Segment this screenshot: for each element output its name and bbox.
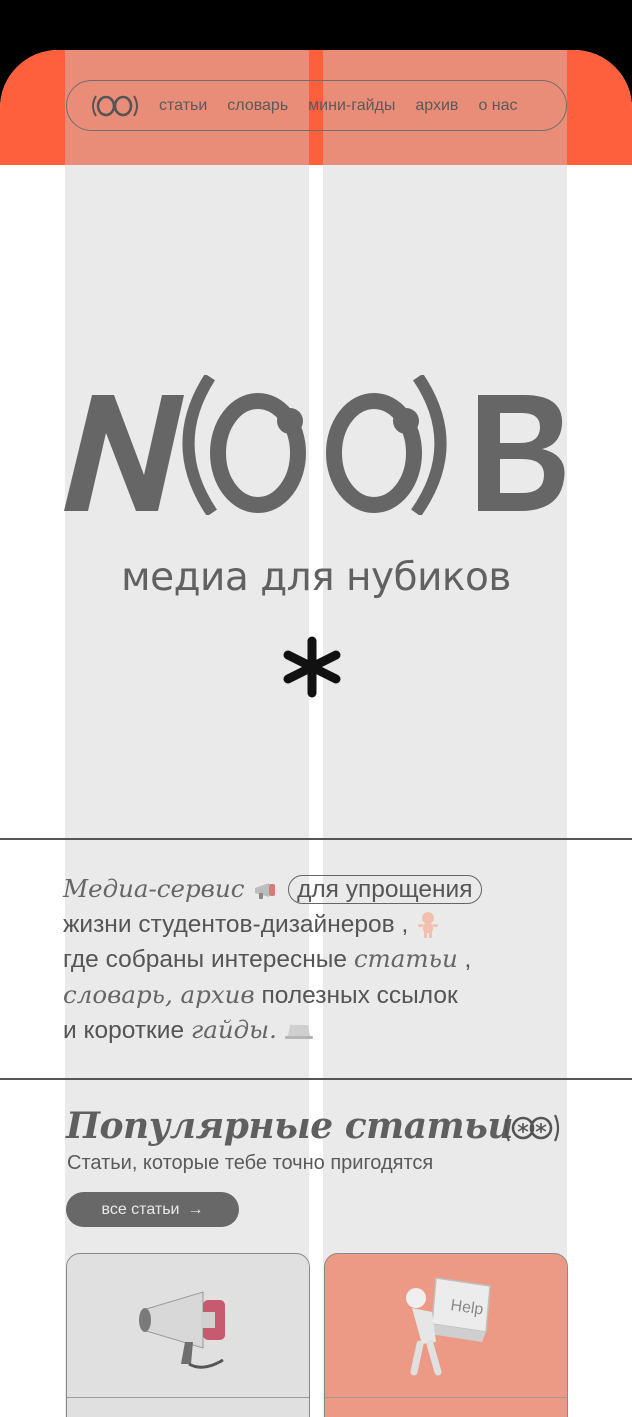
intro-word-guides: гайды. (190, 1015, 277, 1044)
all-articles-label: все статьи (101, 1200, 180, 1218)
nav-link-mini-guides[interactable]: мини-гайды (308, 97, 395, 115)
section-divider (0, 1078, 632, 1080)
intro-word-dictionary-archive: словарь, архив (63, 979, 255, 1009)
phone-screen: статьи словарь мини-гайды архив о нас ме… (0, 50, 632, 1417)
help-key-figure-icon: Help (406, 1277, 491, 1376)
intro-comma: , (464, 946, 472, 973)
hero-tagline: медиа для нубиков (121, 555, 511, 600)
intro-line-3: где собраны интересные (63, 946, 347, 973)
card-divider (325, 1397, 567, 1398)
intro-paragraph: Медиа-сервис для упрощения жизни студент… (63, 872, 553, 1049)
eyes-icon (504, 1114, 560, 1142)
article-card[interactable]: Help (324, 1253, 568, 1417)
intro-word-articles: статьи (353, 944, 458, 973)
intro-line-5: и короткие (63, 1017, 185, 1044)
intro-word-media-service: Медиа-сервис (63, 874, 245, 903)
nav-link-archive[interactable]: архив (415, 97, 458, 115)
nav-link-dictionary[interactable]: словарь (227, 97, 288, 115)
nav-logo-icon[interactable] (89, 94, 141, 118)
megaphone-icon (255, 882, 276, 899)
intro-highlight-pill: для упрощения (288, 875, 482, 904)
all-articles-button[interactable]: все статьи → (66, 1192, 239, 1227)
nav-link-articles[interactable]: статьи (159, 97, 207, 115)
intro-line-4: полезных ссылок (261, 981, 458, 1009)
baby-doll-icon (418, 912, 439, 939)
noob-logo (64, 375, 565, 515)
nav-link-about[interactable]: о нас (478, 97, 517, 115)
card-divider (67, 1397, 309, 1398)
popular-title: Популярные статьи (66, 1105, 514, 1147)
article-card[interactable] (66, 1253, 310, 1417)
section-divider (0, 838, 632, 840)
intro-line-2: жизни студентов-дизайнеров , (63, 910, 409, 938)
top-navigation: статьи словарь мини-гайды архив о нас (66, 80, 567, 131)
megaphone-icon (139, 1291, 225, 1369)
laptop-icon (284, 1024, 313, 1039)
asterisk-icon (283, 636, 341, 698)
layout-grid-column-right (323, 50, 567, 1417)
popular-subtitle: Статьи, которые тебе точно пригодятся (67, 1152, 434, 1174)
arrow-right-icon: → (187, 1200, 204, 1218)
